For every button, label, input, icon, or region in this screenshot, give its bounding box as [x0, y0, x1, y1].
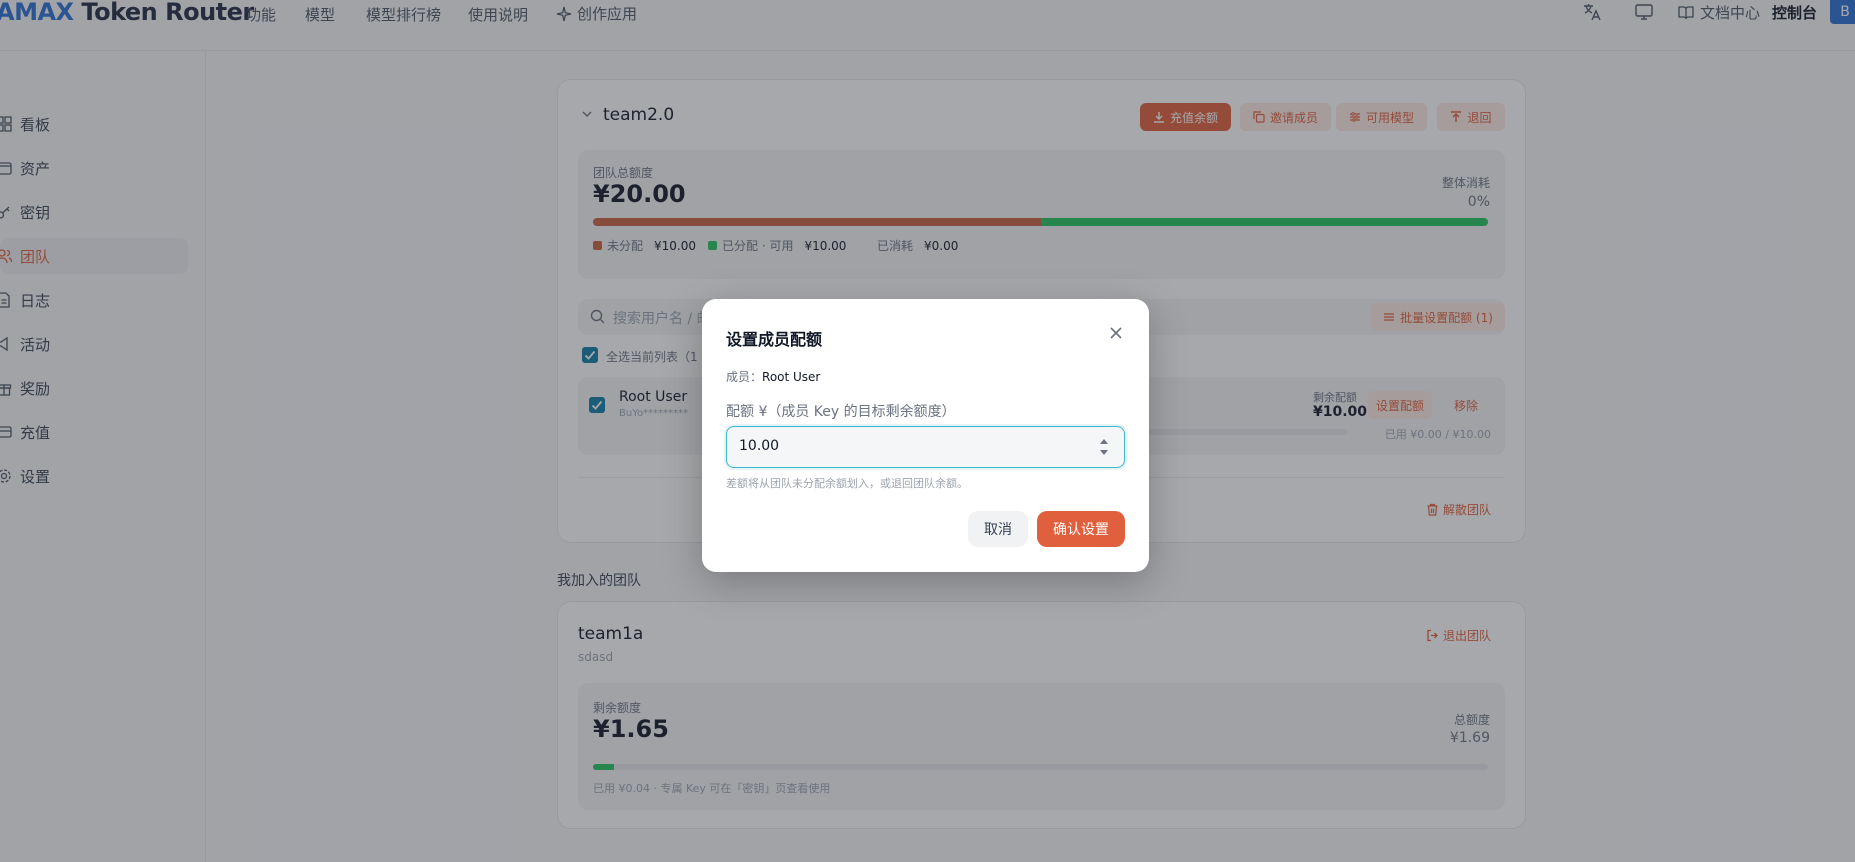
confirm-button[interactable]: 确认设置: [1037, 511, 1125, 547]
dialog-member: 成员：Root User: [726, 368, 820, 385]
quota-hint: 差额将从团队未分配余额划入，或退回团队余额。: [726, 477, 968, 490]
set-member-quota-dialog: 设置成员配额 成员：Root User 配额 ¥（成员 Key 的目标剩余额度）…: [702, 299, 1149, 572]
cancel-button[interactable]: 取消: [968, 511, 1028, 547]
member-value: Root User: [762, 370, 821, 384]
quota-stepper[interactable]: [1097, 434, 1111, 460]
member-label: 成员：: [726, 370, 763, 384]
close-icon[interactable]: [1106, 323, 1126, 343]
quota-input[interactable]: [739, 438, 1079, 454]
quota-field-label: 配额 ¥（成员 Key 的目标剩余额度）: [726, 404, 956, 420]
dialog-title: 设置成员配额: [726, 330, 823, 349]
quota-input-wrapper: [726, 426, 1125, 468]
